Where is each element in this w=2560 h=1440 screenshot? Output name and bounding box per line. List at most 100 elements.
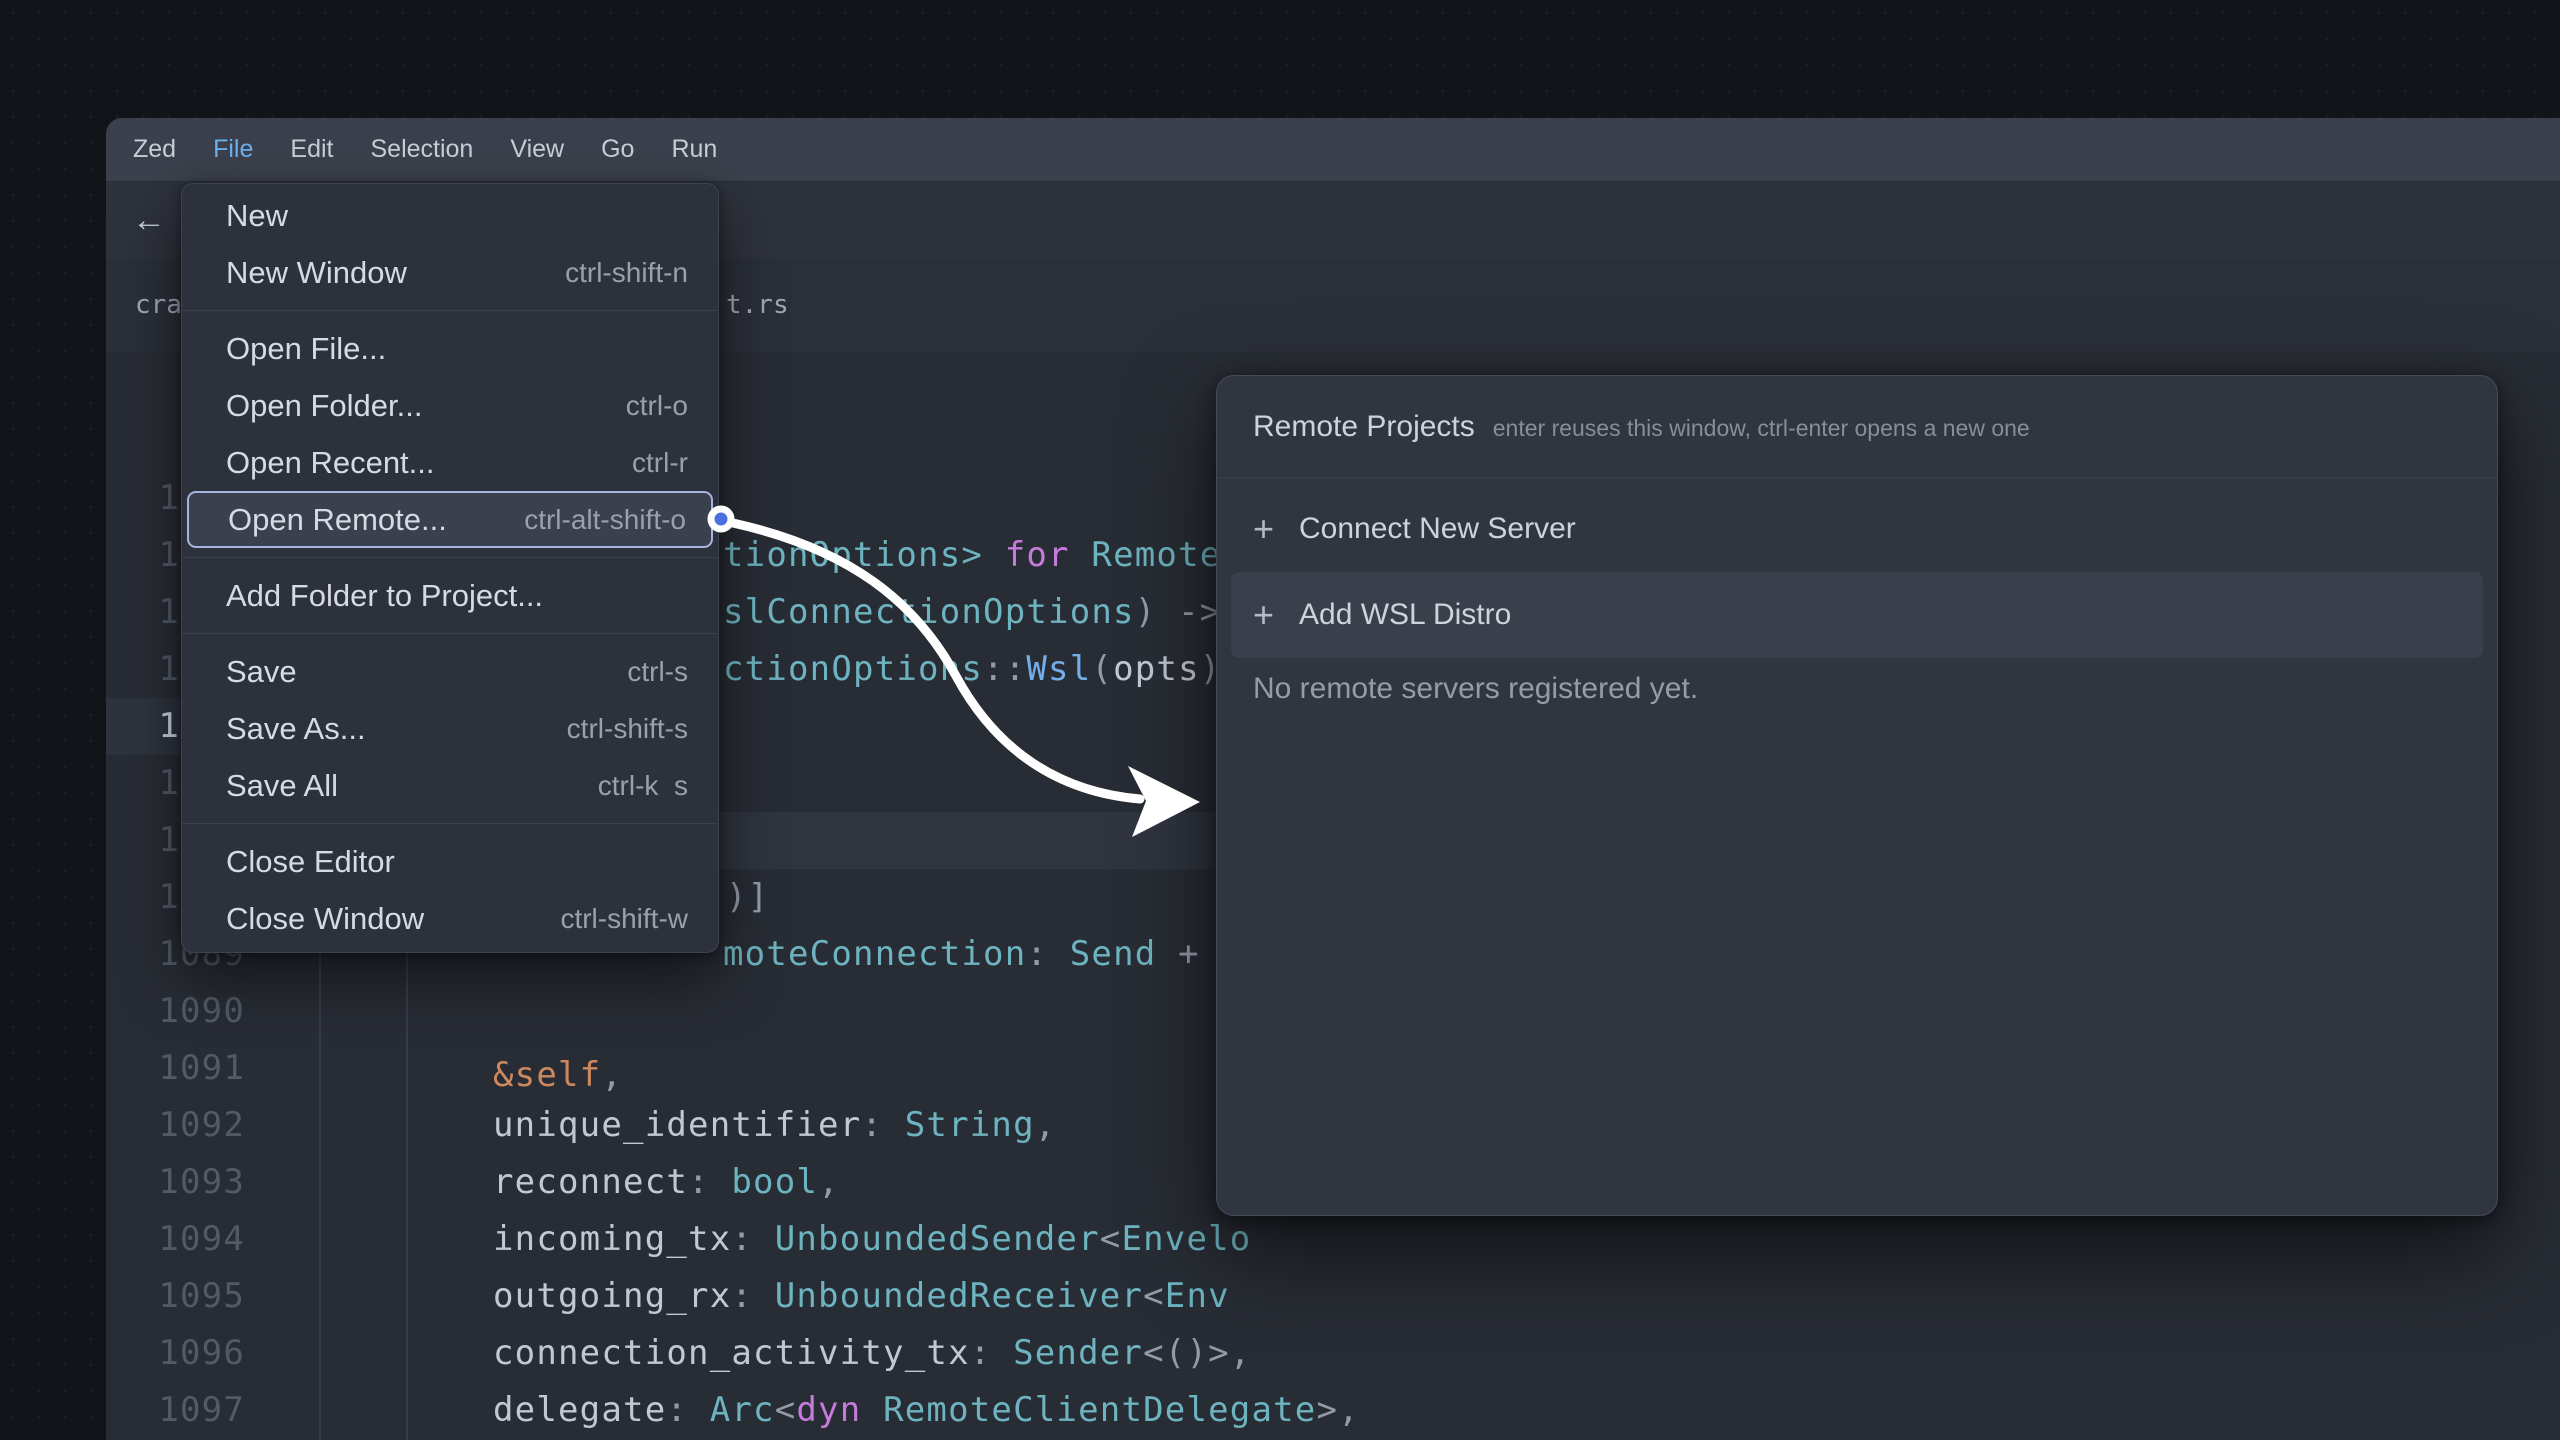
code-line: delegate: Arc<dyn RemoteClientDelegate>,: [493, 1382, 1360, 1439]
code-token: Arc: [710, 1390, 775, 1430]
dialog-action-add-wsl-distro[interactable]: +Add WSL Distro: [1231, 572, 2483, 658]
code-line: moteConnection: Send + S: [723, 926, 1243, 983]
menu-item-label: Save: [226, 654, 627, 690]
dialog-action-list: +Connect New Server+Add WSL Distro: [1217, 478, 2497, 658]
navigate-back-button[interactable]: ←: [122, 193, 176, 247]
code-token: )]: [726, 877, 769, 917]
menu-item-label: Close Window: [226, 901, 560, 937]
code-token: ) ->: [1135, 592, 1222, 632]
code-token: :: [970, 1333, 1013, 1373]
code-token: &self: [493, 1055, 601, 1095]
menu-item-save[interactable]: Savectrl-s: [182, 643, 718, 700]
titlebar-item-edit[interactable]: Edit: [290, 135, 333, 164]
menu-item-label: Save As...: [226, 711, 567, 747]
code-token: RemoteClientDelegate: [883, 1390, 1316, 1430]
plus-icon: +: [1253, 594, 1299, 636]
code-token: slConnectionOptions: [723, 592, 1135, 632]
zed-window: ZedFileEditSelectionViewGoRun ← cra t.rs…: [106, 118, 2560, 1440]
code-token: ctionOptions: [723, 649, 983, 689]
menu-item-label: Close Editor: [226, 844, 688, 880]
code-token: opts: [1113, 649, 1200, 689]
menu-separator: [182, 557, 718, 558]
menu-item-close-window[interactable]: Close Windowctrl-shift-w: [182, 890, 718, 947]
breadcrumb-path-left: cra: [135, 258, 182, 352]
code-token: [861, 1390, 883, 1430]
dialog-action-label: Add WSL Distro: [1299, 598, 1511, 632]
menu-item-shortcut: ctrl-shift-w: [560, 903, 688, 935]
menu-item-label: New: [226, 198, 688, 234]
line-number: 1090: [106, 983, 245, 1040]
code-token: incoming_tx: [493, 1219, 731, 1259]
menu-item-label: Add Folder to Project...: [226, 578, 688, 614]
remote-projects-header: Remote Projects enter reuses this window…: [1217, 376, 2497, 477]
code-token: reconnect: [493, 1162, 688, 1202]
code-token: dyn: [796, 1390, 861, 1430]
code-token: for: [1005, 535, 1070, 575]
menu-item-shortcut: ctrl-r: [632, 447, 688, 479]
titlebar: Zed File Edit Selection View Go Run: [106, 118, 2560, 182]
file-menu-dropdown: New New Windowctrl-shift-n Open File... Ope…: [181, 183, 719, 953]
menu-item-shortcut: ctrl-s: [627, 656, 688, 688]
code-token: UnboundedReceiver: [775, 1276, 1143, 1316]
menu-item-label: Open File...: [226, 331, 688, 367]
menu-item-save-all[interactable]: Save Allctrl-k s: [182, 757, 718, 814]
titlebar-item-view[interactable]: View: [510, 135, 564, 164]
menu-item-new-window[interactable]: New Windowctrl-shift-n: [182, 244, 718, 301]
code-line: &self,: [493, 1047, 623, 1104]
titlebar-item-run[interactable]: Run: [671, 135, 717, 164]
menu-item-add-folder-to-project[interactable]: Add Folder to Project...: [182, 567, 718, 624]
code-line: incoming_tx: UnboundedSender<Envelo: [493, 1211, 1251, 1268]
menu-item-label: Save All: [226, 768, 598, 804]
code-token: [983, 535, 1005, 575]
code-token: UnboundedSender: [775, 1219, 1100, 1259]
dialog-action-connect-new-server[interactable]: +Connect New Server: [1231, 486, 2483, 572]
titlebar-menu: Zed File Edit Selection View Go Run: [133, 135, 754, 164]
titlebar-item-selection[interactable]: Selection: [370, 135, 473, 164]
menu-item-open-folder[interactable]: Open Folder...ctrl-o: [182, 377, 718, 434]
code-token: <: [1143, 1276, 1165, 1316]
line-number: 1097: [106, 1382, 245, 1439]
menu-item-new[interactable]: New: [182, 187, 718, 244]
dialog-subtitle: enter reuses this window, ctrl-enter ope…: [1493, 415, 2030, 442]
code-token: outgoing_rx: [493, 1276, 731, 1316]
line-number: 1091: [106, 1040, 245, 1097]
menu-item-open-file[interactable]: Open File...: [182, 320, 718, 377]
code-token: delegate: [493, 1390, 666, 1430]
menu-item-save-as[interactable]: Save As...ctrl-shift-s: [182, 700, 718, 757]
line-number: 1094: [106, 1211, 245, 1268]
menu-separator: [182, 823, 718, 824]
code-token: unique_identifier: [493, 1105, 861, 1145]
code-token: moteConnection: [723, 934, 1026, 974]
code-token: Send: [1070, 934, 1157, 974]
code-token: Sender: [1013, 1333, 1143, 1373]
menu-item-open-recent[interactable]: Open Recent...ctrl-r: [182, 434, 718, 491]
code-token: :: [688, 1162, 731, 1202]
code-token: ,: [601, 1055, 623, 1095]
code-token: +: [1156, 934, 1221, 974]
menu-item-label: Open Remote...: [228, 502, 524, 538]
code-token: Wsl: [1026, 649, 1091, 689]
menu-item-label: Open Recent...: [226, 445, 632, 481]
titlebar-item-go[interactable]: Go: [601, 135, 634, 164]
plus-icon: +: [1253, 508, 1299, 550]
code-line: connection_activity_tx: Sender<()>,: [493, 1325, 1251, 1382]
code-line: outgoing_rx: UnboundedReceiver<Env: [493, 1268, 1230, 1325]
line-number: 1095: [106, 1268, 245, 1325]
titlebar-item-file[interactable]: File: [213, 135, 253, 164]
menu-item-open-remote[interactable]: Open Remote...ctrl-alt-shift-o: [187, 491, 713, 548]
code-token: :: [731, 1219, 774, 1259]
line-number: 1092: [106, 1097, 245, 1154]
line-number: 1096: [106, 1325, 245, 1382]
titlebar-item-zed[interactable]: Zed: [133, 135, 176, 164]
code-token: ,: [1035, 1105, 1057, 1145]
code-line: reconnect: bool,: [493, 1154, 840, 1211]
code-token: tionOptions>: [723, 535, 983, 575]
code-token: (: [1091, 649, 1113, 689]
code-token: :: [666, 1390, 709, 1430]
menu-item-shortcut: ctrl-shift-s: [567, 713, 688, 745]
code-line: ctionOptions::Wsl(opts): [723, 641, 1221, 698]
menu-item-label: Open Folder...: [226, 388, 626, 424]
menu-item-close-editor[interactable]: Close Editor: [182, 833, 718, 890]
dialog-title: Remote Projects: [1253, 410, 1475, 444]
menu-item-label: New Window: [226, 255, 565, 291]
